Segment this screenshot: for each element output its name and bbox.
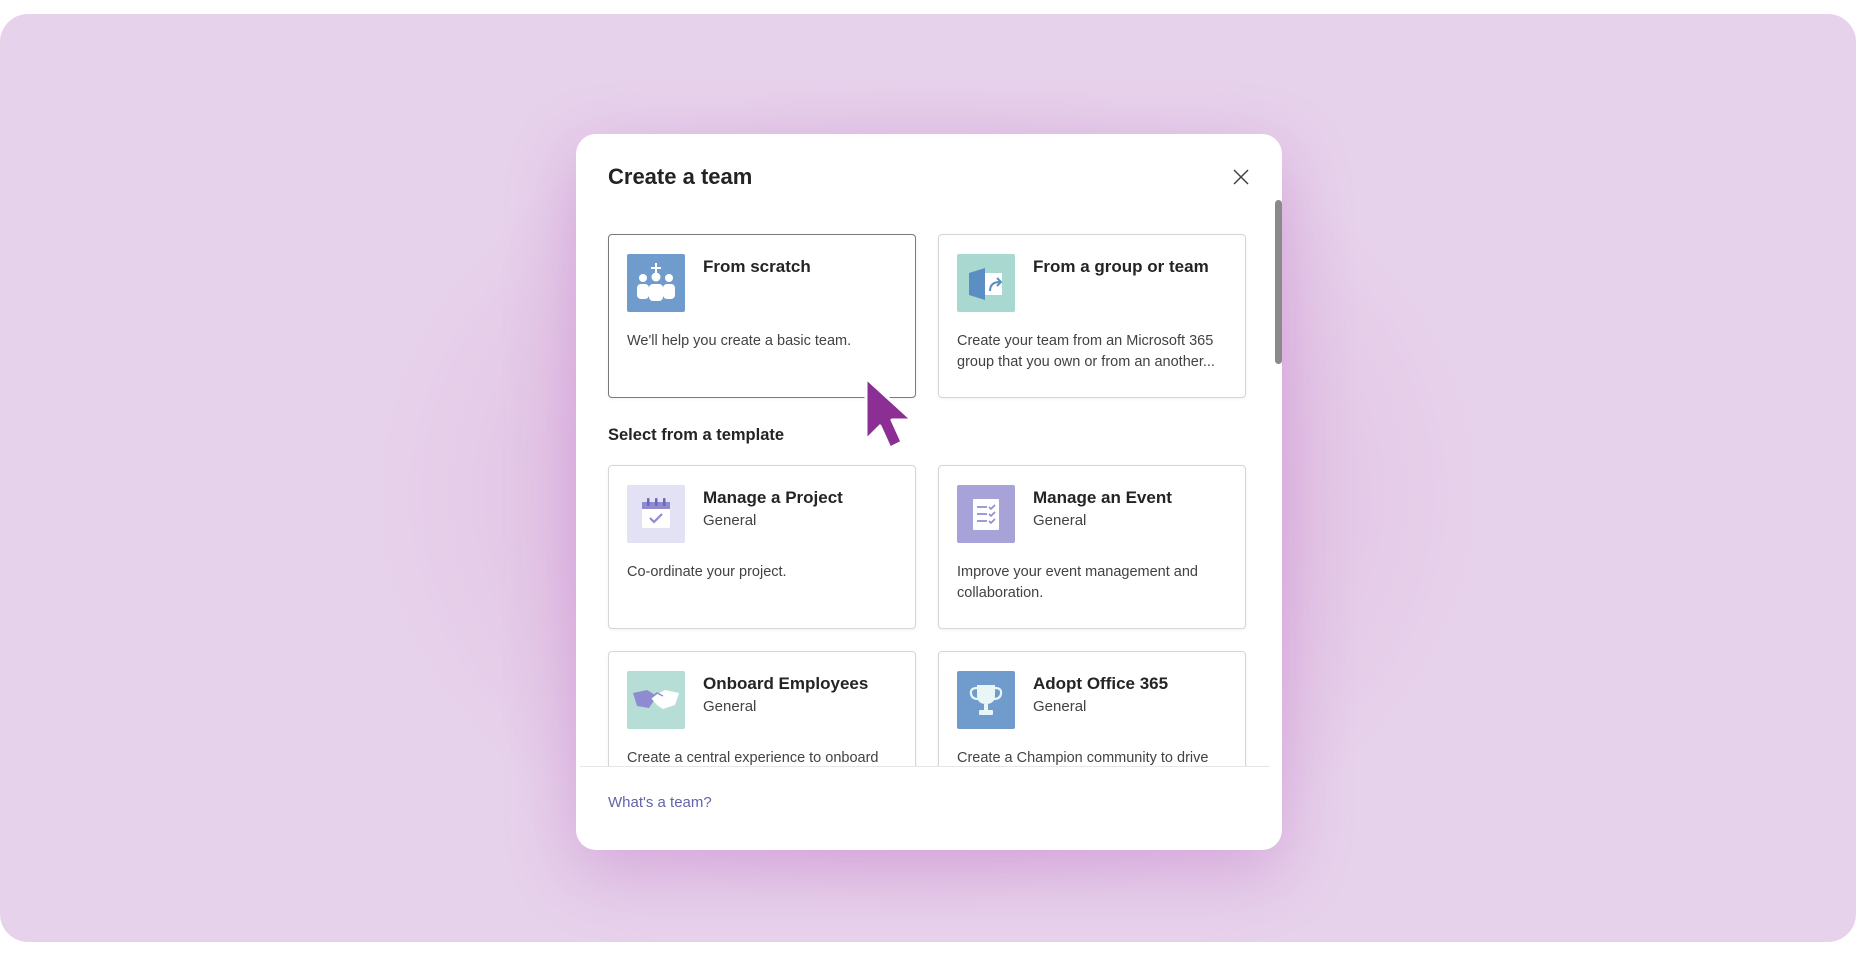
calendar-check-icon <box>627 485 685 543</box>
card-description: We'll help you create a basic team. <box>627 333 852 349</box>
card-description: Create a Champion community to drive <box>957 750 1209 766</box>
card-description: Co-ordinate your project. <box>627 564 787 580</box>
template-section-heading: Select from a template <box>608 426 785 444</box>
template-card-adopt-office-365[interactable]: Adopt Office 365 General Create a Champi… <box>938 651 1246 766</box>
group-arrow-icon <box>957 254 1015 312</box>
close-button[interactable] <box>1226 162 1256 192</box>
team-plus-icon <box>627 254 685 312</box>
dialog-title: Create a team <box>608 164 753 189</box>
create-team-dialog: Create a team From scratch We'll help yo… <box>576 134 1282 850</box>
dialog-scroll-area[interactable]: Create a team From scratch We'll help yo… <box>576 134 1282 766</box>
card-title: Onboard Employees <box>703 674 869 693</box>
template-card-onboard-employees[interactable]: Onboard Employees General Create a centr… <box>608 651 916 766</box>
handshake-icon <box>627 671 685 729</box>
footer-divider <box>580 766 1270 767</box>
checklist-icon <box>957 485 1015 543</box>
whats-a-team-link[interactable]: What's a team? <box>608 794 712 811</box>
close-icon <box>1233 169 1249 185</box>
card-description: Create a central experience to onboard <box>627 750 879 766</box>
scrollbar-thumb[interactable] <box>1275 200 1282 364</box>
mouse-cursor-icon <box>864 376 915 451</box>
template-card-manage-event[interactable]: Manage an Event General Improve your eve… <box>938 465 1246 629</box>
card-subtitle: General <box>703 698 757 715</box>
card-title: Adopt Office 365 <box>1033 674 1169 693</box>
card-description: Create your team from an Microsoft 365 g… <box>957 333 1215 370</box>
card-title: From a group or team <box>1033 257 1209 276</box>
from-group-card[interactable]: From a group or team Create your team fr… <box>938 234 1246 398</box>
card-subtitle: General <box>703 512 757 529</box>
card-title: Manage a Project <box>703 488 843 507</box>
trophy-icon <box>957 671 1015 729</box>
card-title: Manage an Event <box>1033 488 1172 507</box>
card-title: From scratch <box>703 257 811 276</box>
card-description: Improve your event management and collab… <box>957 564 1198 601</box>
card-subtitle: General <box>1033 512 1087 529</box>
template-card-manage-project[interactable]: Manage a Project General Co-ordinate you… <box>608 465 916 629</box>
page-backdrop: Create a team From scratch We'll help yo… <box>0 14 1856 942</box>
card-subtitle: General <box>1033 698 1087 715</box>
